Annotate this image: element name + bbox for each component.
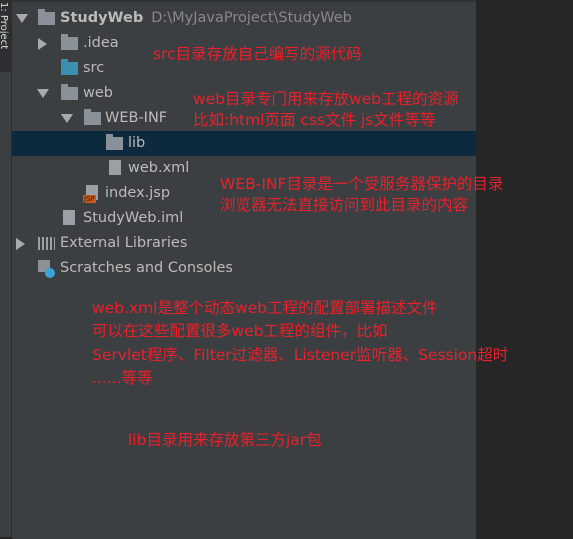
project-path: D:\MyJavaProject\StudyWeb bbox=[151, 10, 352, 26]
tree-item-scratches[interactable]: Scratches and Consoles bbox=[12, 256, 476, 281]
annotation-web-xml-3: Servlet程序、Filter过滤器、Listener监听器、Session超… bbox=[92, 346, 509, 364]
xml-file-icon bbox=[109, 160, 121, 175]
annotation-web-1: web目录专门用来存放web工程的资源 bbox=[193, 90, 459, 108]
module-icon bbox=[38, 9, 55, 25]
chevron-right-icon[interactable] bbox=[16, 238, 25, 250]
project-tree: StudyWeb D:\MyJavaProject\StudyWeb .idea … bbox=[12, 0, 476, 539]
annotation-lib: lib目录用来存放第三方jar包 bbox=[128, 431, 322, 449]
libraries-icon bbox=[38, 237, 55, 250]
clock-icon bbox=[45, 268, 55, 278]
tree-item-project[interactable]: StudyWeb D:\MyJavaProject\StudyWeb bbox=[12, 6, 476, 31]
annotation-web-xml-4: ......等等 bbox=[92, 369, 153, 387]
chevron-down-icon[interactable] bbox=[16, 14, 28, 23]
annotation-web-inf-2: 浏览器无法直接访问到此目录的内容 bbox=[220, 196, 469, 214]
annotation-web-xml-2: 可以在这些配置很多web工程的组件，比如 bbox=[92, 322, 388, 340]
chevron-right-icon[interactable] bbox=[38, 38, 47, 50]
annotation-web-xml-1: web.xml是整个动态web工程的配置部署描述文件 bbox=[92, 299, 438, 317]
tree-item-external-libraries[interactable]: External Libraries bbox=[12, 231, 476, 256]
folder-icon bbox=[106, 134, 123, 150]
folder-icon bbox=[61, 34, 78, 50]
web-folder-icon bbox=[61, 84, 78, 100]
project-tool-tab[interactable]: 1: Project bbox=[0, 0, 11, 72]
iml-file-icon bbox=[63, 210, 75, 225]
chevron-down-icon[interactable] bbox=[61, 114, 73, 123]
annotation-src: src目录存放自己编写的源代码 bbox=[153, 45, 362, 63]
annotation-web-inf-1: WEB-INF目录是一个受服务器保护的目录 bbox=[220, 175, 504, 193]
annotation-web-2: 比如:html页面 css文件 js文件等等 bbox=[193, 111, 436, 129]
source-folder-icon bbox=[61, 59, 78, 75]
project-name: StudyWeb bbox=[60, 10, 144, 26]
folder-icon bbox=[84, 109, 101, 125]
chevron-down-icon[interactable] bbox=[37, 89, 49, 98]
tool-window-strip: 1: Project bbox=[0, 0, 12, 537]
tree-item-lib[interactable]: lib bbox=[12, 131, 476, 156]
